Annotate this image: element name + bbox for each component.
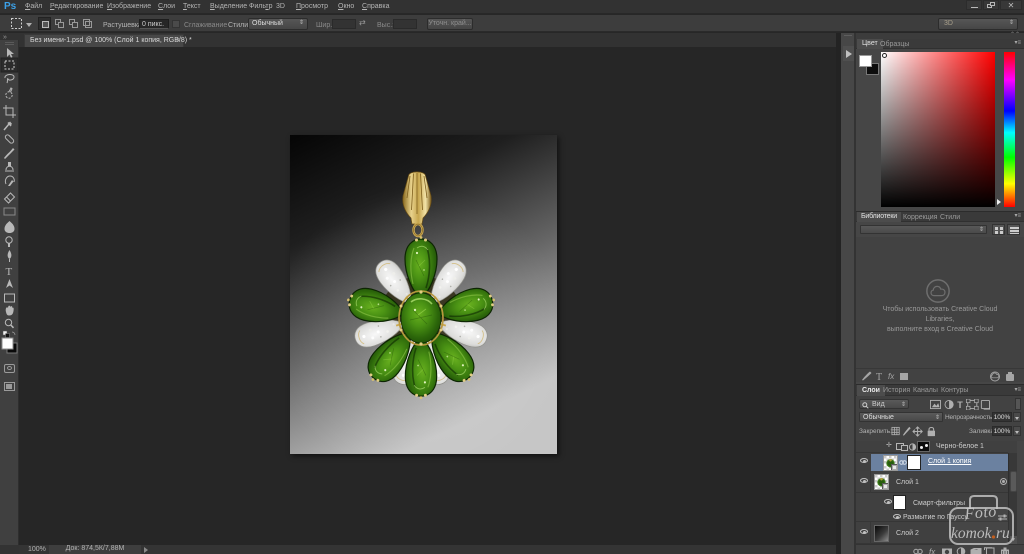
svg-text:T: T <box>876 372 882 382</box>
svg-text:T: T <box>957 400 963 410</box>
svg-text:fx: fx <box>929 548 936 554</box>
svg-text:T: T <box>6 266 13 278</box>
svg-text:fx: fx <box>888 372 895 381</box>
